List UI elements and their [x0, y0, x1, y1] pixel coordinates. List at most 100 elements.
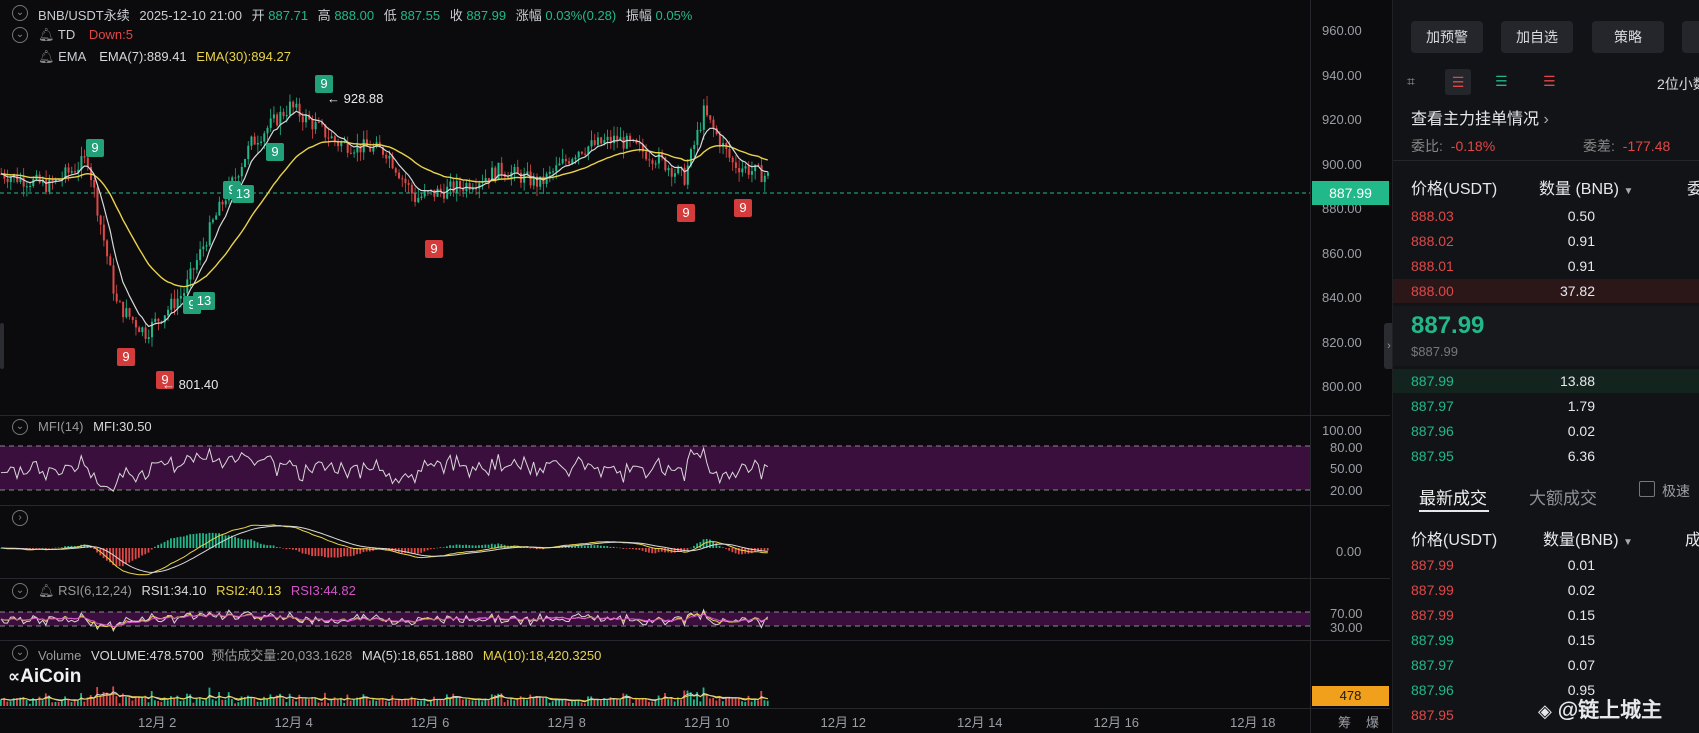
bell-icon[interactable]: 🔔︎ — [38, 583, 55, 598]
precision-select[interactable]: 2位小数 — [1657, 74, 1699, 94]
volume-indicator[interactable]: Volume VOLUME:478.5700 预估成交量:20,033.1628… — [38, 645, 601, 664]
volume-bar — [231, 699, 233, 706]
candle-body — [67, 167, 70, 173]
trades-col-qty-label: 数量(BNB) — [1543, 532, 1619, 549]
volume-bar — [240, 696, 243, 706]
candle-body — [138, 327, 141, 333]
price-axis-label: 860.00 — [1322, 245, 1362, 261]
asks-row[interactable]: 888.01 0.91 — [1393, 254, 1699, 278]
bids-price: 887.97 — [1411, 398, 1454, 414]
rsi-indicator[interactable]: 🔔︎ RSI(6,12,24) RSI1:34.10 RSI2:40.13 RS… — [38, 583, 356, 599]
chart-area[interactable]: ⌄ BNB/USDT永续 2025-12-10 21:00 开 887.71 高… — [0, 0, 1394, 733]
candle-body — [150, 321, 153, 338]
add-watchlist-button[interactable]: 加自选 — [1501, 21, 1573, 53]
macd-bar — [134, 548, 137, 560]
bids-row[interactable]: 887.97 1.79 — [1393, 394, 1699, 418]
td-indicator[interactable]: 🔔︎ TD Down:5 — [38, 27, 133, 43]
collapse-icon[interactable]: ⌄ — [12, 5, 28, 21]
mfi-indicator[interactable]: MFI(14) MFI:30.50 — [38, 419, 152, 434]
chip-label[interactable]: 筹 — [1338, 712, 1351, 731]
bell-icon[interactable]: 🔔︎ — [38, 27, 55, 42]
macd-bar — [452, 545, 455, 548]
ema-label: EMA — [58, 49, 86, 64]
col-qty-label: 数量 (BNB) — [1539, 181, 1620, 198]
strategy-button[interactable]: 策略 — [1592, 21, 1664, 53]
expand-icon[interactable]: › — [12, 510, 28, 526]
rsi-band — [0, 612, 1310, 626]
volume-bar — [439, 699, 442, 706]
macd-bar — [346, 548, 349, 557]
volume-bar — [266, 699, 269, 706]
x-axis-label: 12月 4 — [274, 715, 313, 730]
volume-bar — [51, 702, 54, 706]
candle-body — [353, 152, 356, 154]
ema-indicator[interactable]: 🔔︎ EMA EMA(7):889.41 EMA(30):894.27 — [38, 49, 291, 65]
volume-bar — [93, 698, 95, 706]
volume-bar — [60, 701, 63, 706]
trades-row[interactable]: 887.99 0.02 — [1393, 578, 1699, 602]
macd-bar — [160, 543, 163, 548]
trades-row[interactable]: 887.99 0.15 — [1393, 603, 1699, 627]
collapse-icon[interactable]: ⌄ — [12, 583, 28, 599]
more-button[interactable] — [1682, 21, 1699, 53]
candle-body — [73, 171, 76, 173]
volume-label: Volume — [38, 648, 82, 663]
volume-bar — [385, 701, 387, 706]
collapse-icon[interactable]: ⌄ — [12, 27, 28, 43]
volume-bar — [433, 696, 435, 706]
collapse-icon[interactable]: ⌄ — [12, 645, 28, 661]
chart-canvas[interactable] — [0, 0, 1310, 733]
macd-bar — [89, 547, 92, 548]
trades-row[interactable]: 887.99 0.15 — [1393, 628, 1699, 652]
macd-bar — [317, 548, 320, 557]
tab-latest-trades[interactable]: 最新成交 — [1419, 484, 1487, 509]
candle-body — [131, 316, 134, 321]
macd-bar — [250, 539, 253, 548]
orderbook-both-icon[interactable]: ☰ — [1445, 69, 1471, 95]
bids-row[interactable]: 887.99 13.88 — [1393, 369, 1699, 393]
macd-bar — [263, 544, 265, 548]
macd-bar — [638, 548, 641, 550]
change-value: 0.03%(0.28) — [545, 8, 617, 23]
volume-bar — [606, 700, 609, 706]
bids-row[interactable]: 887.95 6.36 — [1393, 444, 1699, 468]
add-alert-button[interactable]: 加预警 — [1411, 21, 1483, 53]
macd-bar — [423, 548, 426, 552]
tab-large-trades[interactable]: 大额成交 — [1529, 484, 1597, 509]
bids-qty: 6.36 — [1567, 448, 1595, 464]
collapse-icon[interactable]: ⌄ — [12, 419, 28, 435]
bids-row[interactable]: 887.96 0.02 — [1393, 419, 1699, 443]
orderbook-bids-icon[interactable]: ☰ — [1495, 73, 1508, 90]
candle-body — [414, 193, 417, 203]
candle-body — [526, 171, 529, 174]
asks-row[interactable]: 888.03 0.50 — [1393, 204, 1699, 228]
trades-col-qty[interactable]: 数量(BNB) ▼ — [1543, 526, 1633, 550]
left-handle[interactable] — [0, 323, 4, 369]
volume-bar — [192, 702, 195, 706]
liquidation-label[interactable]: 爆 — [1366, 712, 1379, 731]
candle-body — [215, 215, 218, 220]
macd-bar — [170, 538, 172, 548]
candle-body — [176, 298, 179, 309]
asks-row[interactable]: 888.00 37.82 — [1393, 279, 1699, 303]
col-qty-header[interactable]: 数量 (BNB) ▼ — [1539, 175, 1633, 199]
orderbook-asks-icon[interactable]: ☰ — [1543, 73, 1556, 90]
asks-row[interactable]: 888.02 0.91 — [1393, 229, 1699, 253]
trades-row[interactable]: 887.99 0.01 — [1393, 553, 1699, 577]
trades-row[interactable]: 887.97 0.07 — [1393, 653, 1699, 677]
volume-bar — [378, 698, 381, 706]
candle-body — [115, 293, 118, 302]
volume-bar — [327, 703, 330, 706]
x-axis-label: 12月 16 — [1093, 715, 1140, 730]
volume-bar — [112, 686, 115, 706]
bell-icon[interactable]: 🔔︎ — [38, 49, 55, 64]
volume-bar — [77, 700, 79, 706]
candle-body — [295, 103, 298, 108]
fast-checkbox[interactable] — [1639, 481, 1655, 497]
macd-bar — [60, 547, 63, 548]
view-toggle-icon[interactable]: ⌗ — [1407, 73, 1425, 91]
macd-bar — [291, 548, 294, 550]
depth-link[interactable]: 查看主力挂单情况 › — [1411, 105, 1549, 129]
chevron-right-icon: › — [1543, 111, 1549, 128]
candle-body — [433, 189, 436, 197]
